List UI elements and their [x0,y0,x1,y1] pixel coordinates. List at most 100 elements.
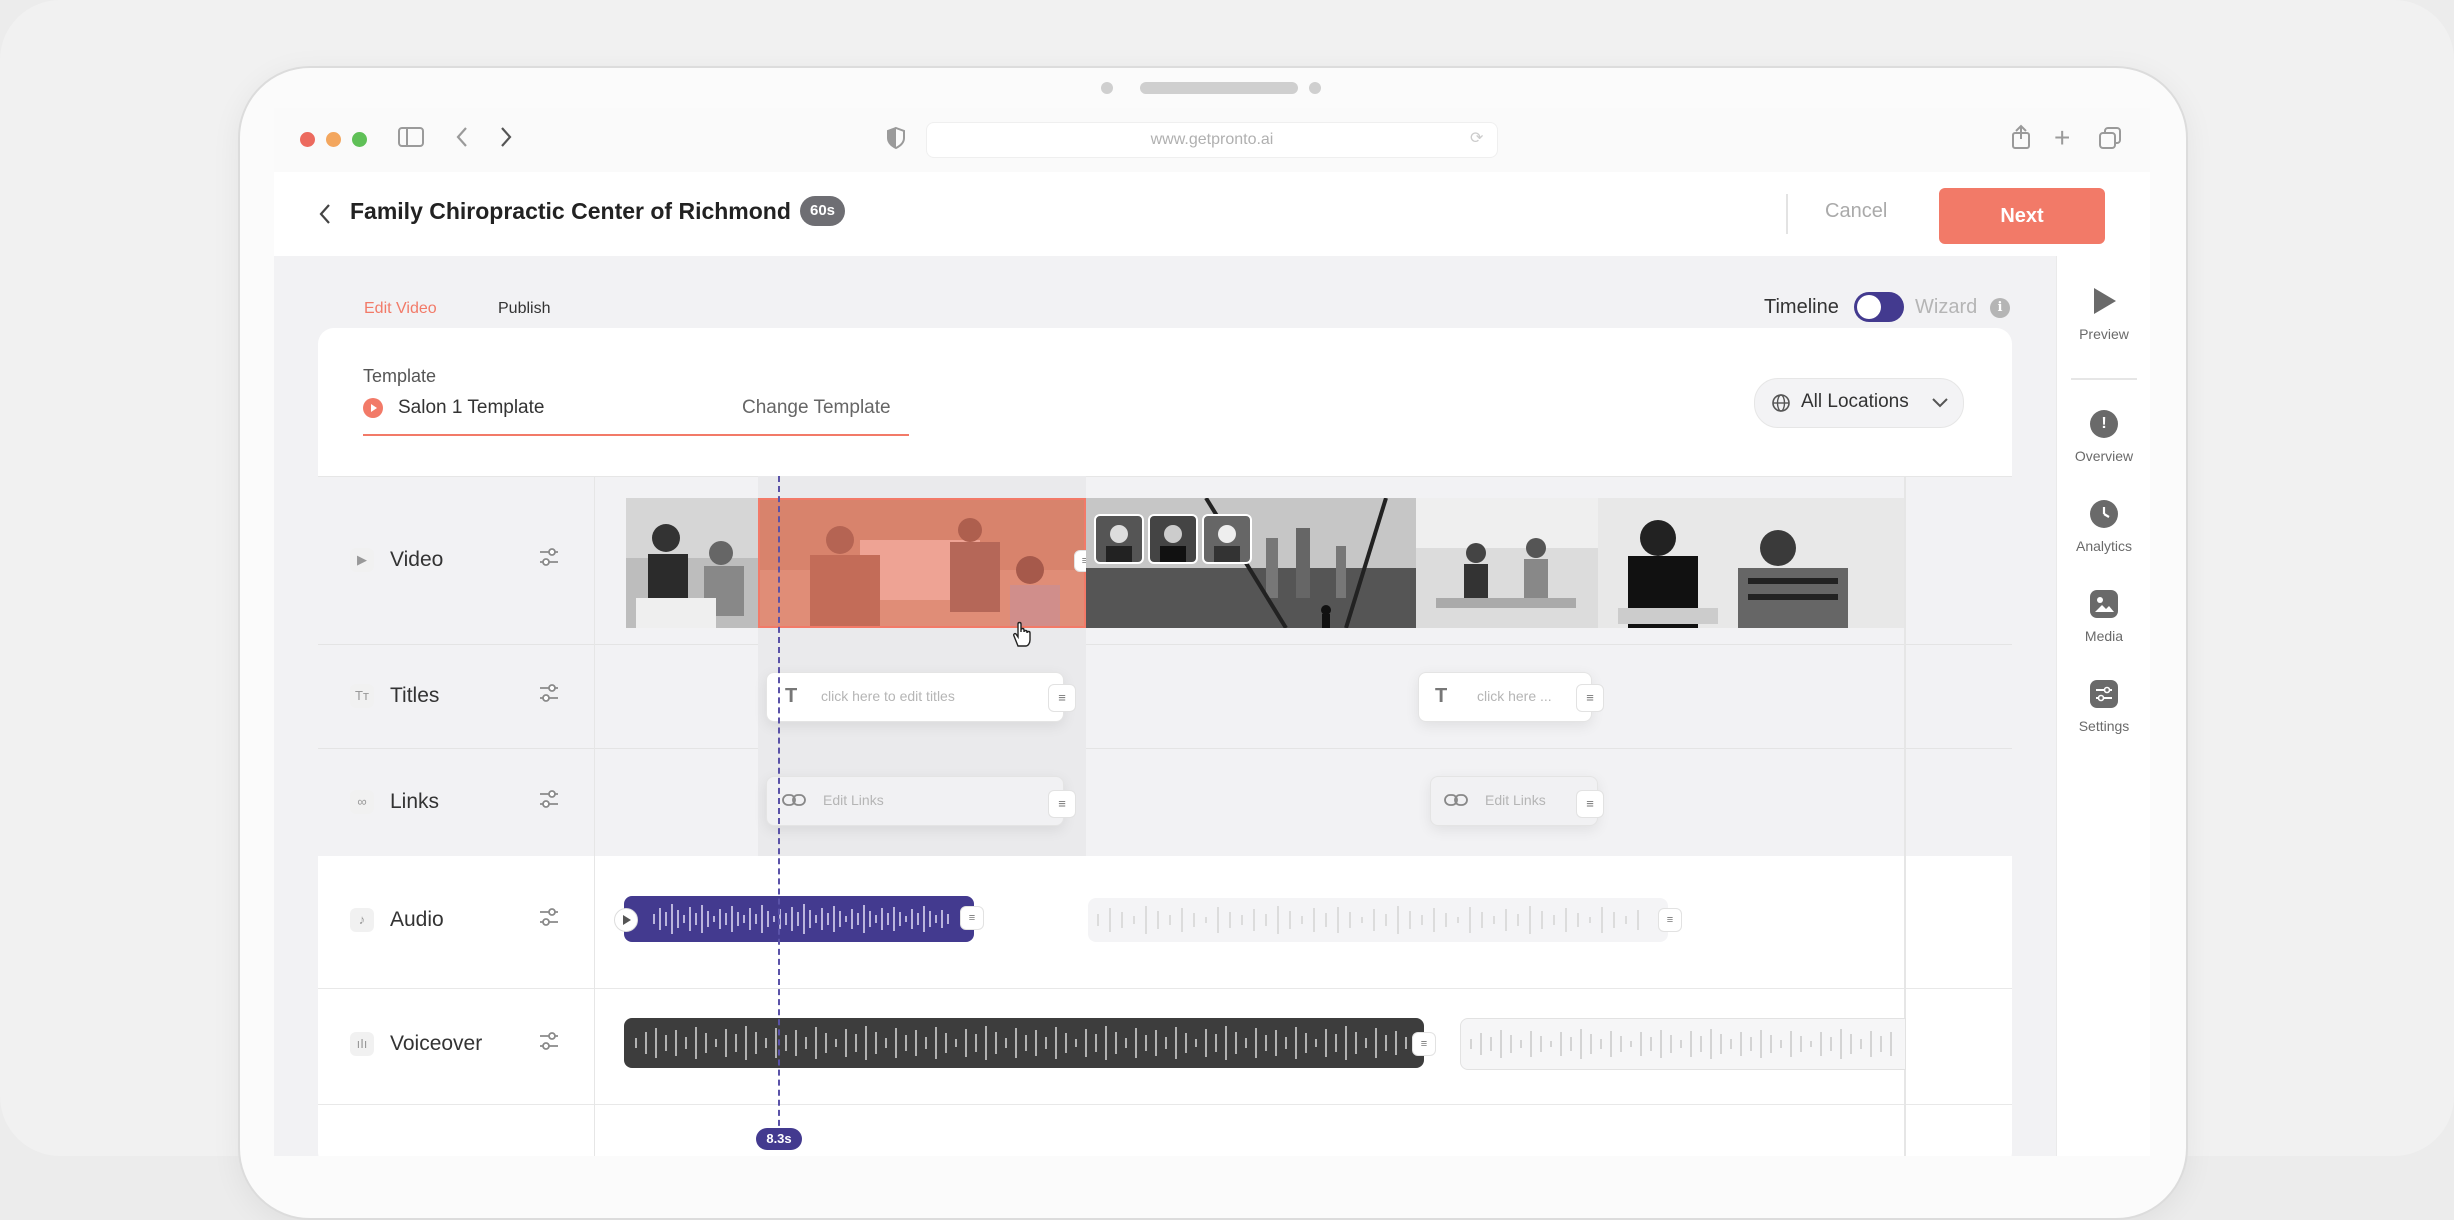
video-clip[interactable] [1086,498,1416,628]
row-divider [318,476,2012,477]
video-clip[interactable] [1416,498,1598,628]
rail-overview-label: Overview [2074,448,2134,464]
info-icon[interactable]: i [1990,298,2010,318]
row-divider [318,1104,2012,1105]
app-screen: www.getpronto.ai ⟳ + Family Chiropractic… [274,108,2150,1156]
link-icon [781,790,807,813]
template-play-icon [363,398,383,418]
change-template-button[interactable]: Change Template [742,397,891,419]
audio-clip-selected[interactable] [624,896,974,942]
waveform [635,1026,1407,1060]
audio-settings-sliders-icon[interactable] [538,906,560,934]
rail-analytics[interactable]: Analytics [2057,500,2150,554]
voiceover-clip-sliders-icon[interactable]: ≡ [1412,1032,1436,1056]
thumbnail-face [1148,514,1198,564]
next-button[interactable]: Next [1939,188,2105,244]
voiceover-clip[interactable] [1460,1018,1906,1070]
rail-media[interactable]: Media [2057,590,2150,644]
rail-overview[interactable]: ! Overview [2057,410,2150,464]
title-chip-text: click here to edit titles [821,688,955,704]
title-chip-sliders-icon[interactable]: ≡ [1576,684,1604,712]
cancel-button[interactable]: Cancel [1825,200,1887,223]
sliders-icon [2090,680,2118,708]
thumbnail-face [1202,514,1252,564]
sidebar-toggle-icon[interactable] [398,126,424,154]
video-clip[interactable] [1598,498,1904,628]
locations-label: All Locations [1801,391,1909,412]
template-heading: Template [363,366,437,386]
selected-video-clip[interactable] [758,498,1086,628]
links-settings-sliders-icon[interactable] [538,788,560,816]
playhead-time-badge[interactable]: 8.3s [756,1128,802,1150]
link-chip-sliders-icon[interactable]: ≡ [1048,790,1076,818]
wizard-mode-label: Wizard [1915,296,1978,318]
back-nav-icon[interactable] [454,124,470,156]
camera-dot [1101,82,1113,94]
mode-toggle-switch[interactable] [1854,292,1904,322]
play-icon [2057,286,2150,320]
url-bar[interactable]: www.getpronto.ai [926,122,1498,158]
link-chip-sliders-icon[interactable]: ≡ [1576,790,1604,818]
forward-nav-icon[interactable] [498,124,514,156]
link-chip-text: Edit Links [823,792,884,808]
rail-media-label: Media [2084,628,2124,644]
rail-settings[interactable]: Settings [2057,680,2150,734]
hand-cursor-icon [1010,620,1034,653]
tab-publish[interactable]: Publish [498,300,550,318]
link-icon [1443,790,1469,813]
url-text: www.getpronto.ai [1150,131,1274,148]
close-window-dot[interactable] [300,132,315,147]
title-chip[interactable]: T click here to edit titles [766,672,1064,722]
back-arrow-icon[interactable] [318,202,332,231]
editor-workspace: Edit Video Publish Timeline Wizard i Tem… [274,256,2056,1156]
rail-analytics-label: Analytics [2075,538,2133,554]
text-tool-icon: T [785,685,798,707]
audio-clip-sliders-icon[interactable]: ≡ [960,906,984,930]
text-tool-icon: T [1435,685,1448,707]
share-icon[interactable] [2010,124,2032,156]
video-settings-sliders-icon[interactable] [538,546,560,574]
camera-dot [1309,82,1321,94]
privacy-shield-icon [886,126,906,156]
waveform [1097,906,1639,934]
tabs-overview-icon[interactable] [2098,126,2122,156]
audio-clip-sliders-icon[interactable]: ≡ [1658,908,1682,932]
page-title: Family Chiropractic Center of Richmond [350,198,791,224]
links-track-label: Links [390,790,440,813]
template-name: Salon 1 Template [398,397,545,418]
link-chip[interactable]: Edit Links [1430,776,1598,826]
titles-track-icon: Tт [350,684,374,708]
thumbnail-face [1094,514,1144,564]
reload-icon[interactable]: ⟳ [1470,128,1483,148]
zoom-window-dot[interactable] [352,132,367,147]
rail-divider [2071,378,2137,380]
tab-edit-video[interactable]: Edit Video [364,300,437,318]
audio-clip[interactable] [1088,898,1668,942]
voiceover-clip-selected[interactable] [624,1018,1424,1068]
waveform [653,904,949,934]
clock-icon [2090,500,2118,528]
template-underline [363,434,909,436]
new-tab-icon[interactable]: + [2054,122,2070,154]
video-clip[interactable] [626,498,758,628]
voiceover-track-label: Voiceover [390,1032,483,1055]
title-chip-sliders-icon[interactable]: ≡ [1048,684,1076,712]
timeline-panel: Template Salon 1 Template Change Templat… [318,328,2012,1156]
globe-icon [1772,394,1790,412]
rail-preview[interactable]: Preview [2057,286,2150,342]
playhead-line[interactable] [778,476,780,1146]
label-column-divider [594,476,595,1156]
audio-play-button[interactable] [614,908,638,932]
link-chip[interactable]: Edit Links [766,776,1064,826]
minimize-window-dot[interactable] [326,132,341,147]
voiceover-settings-sliders-icon[interactable] [538,1030,560,1058]
title-chip[interactable]: T click here ... [1418,672,1592,722]
titles-settings-sliders-icon[interactable] [538,682,560,710]
voiceover-track-icon: ıIı [350,1032,374,1056]
link-chip-text: Edit Links [1485,792,1546,808]
row-divider [318,748,2012,749]
all-locations-dropdown[interactable]: All Locations [1754,378,1964,428]
chevron-down-icon [1932,398,1948,408]
camera-bar [1140,82,1298,94]
rail-preview-label: Preview [2079,326,2129,342]
